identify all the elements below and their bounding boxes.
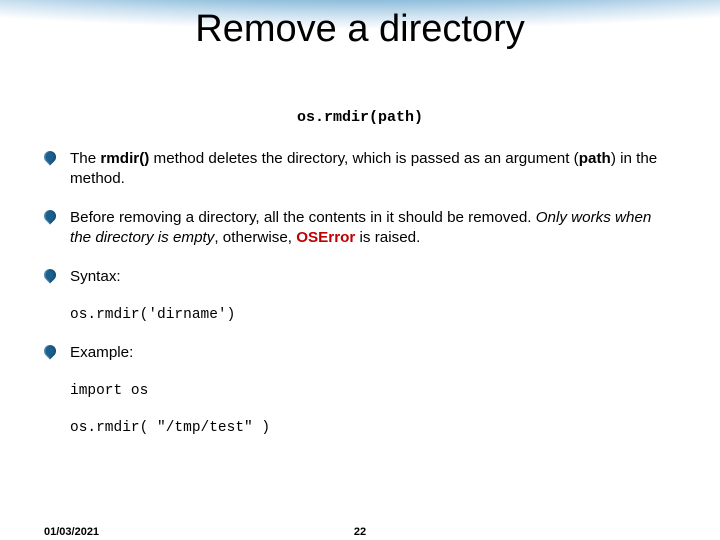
code-example-line: import os xyxy=(70,382,676,401)
bullet-item: The rmdir() method deletes the directory… xyxy=(44,149,676,188)
bullet-text: Before removing a directory, all the con… xyxy=(70,208,676,247)
bullet-icon xyxy=(42,343,59,360)
bullet-text: Syntax: xyxy=(70,267,676,286)
text-span: , otherwise, xyxy=(214,229,296,246)
function-signature: os.rmdir(path) xyxy=(44,108,676,127)
slide-title: Remove a directory xyxy=(0,8,720,51)
bullet-item: Example: xyxy=(44,343,676,362)
bullet-icon xyxy=(42,208,59,225)
footer-page-number: 22 xyxy=(354,526,366,538)
bullet-icon xyxy=(42,149,59,166)
bullet-item: Before removing a directory, all the con… xyxy=(44,208,676,247)
bullet-text: The rmdir() method deletes the directory… xyxy=(70,149,676,188)
bullet-text: Example: xyxy=(70,343,676,362)
text-span: The xyxy=(70,150,100,167)
footer-date: 01/03/2021 xyxy=(44,526,99,538)
text-bold: rmdir() xyxy=(100,150,149,167)
bullet-item: Syntax: xyxy=(44,267,676,286)
code-example-line: os.rmdir( "/tmp/test" ) xyxy=(70,419,676,438)
text-bold: path xyxy=(579,150,611,167)
text-span: is raised. xyxy=(355,229,420,246)
text-error: OSError xyxy=(296,229,355,246)
slide-content: os.rmdir(path) The rmdir() method delete… xyxy=(44,108,676,456)
text-span: method deletes the directory, which is p… xyxy=(149,150,578,167)
code-syntax: os.rmdir('dirname') xyxy=(70,306,676,325)
bullet-icon xyxy=(42,267,59,284)
text-span: Before removing a directory, all the con… xyxy=(70,209,536,226)
